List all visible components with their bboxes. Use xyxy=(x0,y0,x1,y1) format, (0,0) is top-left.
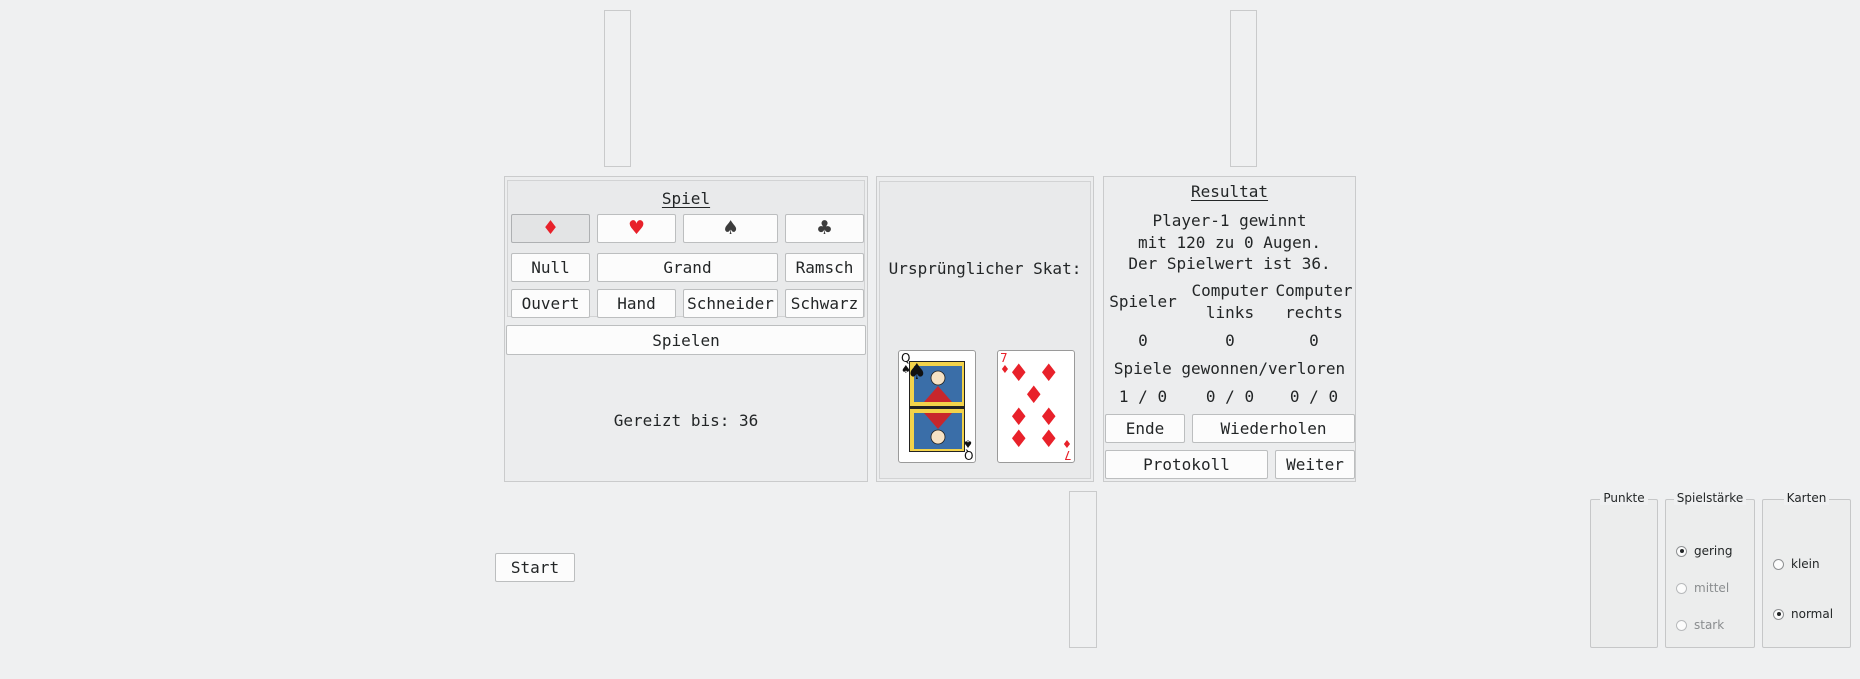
spades-icon: ♠ xyxy=(721,217,740,239)
radio-indicator xyxy=(1676,582,1687,594)
card-rank-bottom: 7 xyxy=(1064,448,1072,462)
points-group-title: Punkte xyxy=(1600,491,1648,505)
score-computer-left: 0 xyxy=(1225,331,1235,350)
skat-panel: Ursprünglicher Skat: Q ♠ Q ♠ ♠ 7 ♦ 7 ♦ ♦ ♦ ♦ ♦ ♦ ♦ ♦ xyxy=(876,176,1094,482)
strength-radio-gering[interactable]: gering xyxy=(1676,544,1733,558)
column-computer-right-2: rechts xyxy=(1285,303,1343,322)
card-size-radio-label: klein xyxy=(1791,557,1820,571)
column-player: Spieler xyxy=(1109,292,1177,311)
result-message-line-2: mit 120 zu 0 Augen. xyxy=(1137,233,1322,252)
radio-indicator xyxy=(1676,619,1687,631)
column-computer-right-1: Computer xyxy=(1275,281,1353,300)
ouvert-button[interactable]: Ouvert xyxy=(511,289,590,318)
schneider-button[interactable]: Schneider xyxy=(683,289,778,318)
card-size-group: Karten klein normal xyxy=(1762,491,1851,648)
strength-group: Spielstärke gering mittel stark xyxy=(1665,491,1755,648)
next-button[interactable]: Weiter xyxy=(1275,450,1355,479)
won-lost-player: 1 / 0 xyxy=(1118,387,1168,406)
start-button[interactable]: Start xyxy=(495,553,575,582)
result-panel: Resultat Player-1 gewinnt mit 120 zu 0 A… xyxy=(1103,176,1356,482)
card-size-radio-normal[interactable]: normal xyxy=(1773,607,1833,621)
score-player: 0 xyxy=(1138,331,1148,350)
strength-radio-label: stark xyxy=(1694,618,1725,632)
end-button[interactable]: Ende xyxy=(1105,414,1185,443)
result-message-line-1: Player-1 gewinnt xyxy=(1152,211,1307,230)
null-button[interactable]: Null xyxy=(511,253,590,282)
diamond-pip-icon: ♦ xyxy=(1008,425,1030,453)
schwarz-button[interactable]: Schwarz xyxy=(785,289,864,318)
trick-card-slot xyxy=(1069,491,1097,648)
strength-group-title: Spielstärke xyxy=(1673,491,1747,505)
repeat-button[interactable]: Wiederholen xyxy=(1192,414,1355,443)
play-button[interactable]: Spielen xyxy=(506,325,866,355)
points-group: Punkte xyxy=(1590,491,1658,648)
column-computer-left-2: links xyxy=(1205,303,1255,322)
strength-radio-mittel[interactable]: mittel xyxy=(1676,581,1729,595)
strength-radio-label: mittel xyxy=(1694,581,1730,595)
clubs-icon: ♣ xyxy=(815,217,834,239)
skat-card-spades: Q ♠ Q ♠ ♠ xyxy=(898,350,976,463)
game-panel: Spiel ♦ ♥ ♠ ♣ Null Grand Ramsch Ouvert Hand… xyxy=(504,176,868,482)
suit-clubs-button[interactable]: ♣ xyxy=(785,214,864,243)
result-title: Resultat xyxy=(1190,182,1269,201)
won-lost-label: Spiele gewonnen/verloren xyxy=(1113,359,1346,378)
skat-box: Ursprünglicher Skat: Q ♠ Q ♠ ♠ 7 ♦ 7 ♦ ♦ ♦ ♦ ♦ ♦ ♦ ♦ xyxy=(879,181,1091,479)
result-message-line-3: Der Spielwert ist 36. xyxy=(1128,254,1331,273)
card-size-radio-label: normal xyxy=(1791,607,1834,621)
computer-right-card-slot xyxy=(1230,10,1257,167)
card-suit-bottom: ♦ xyxy=(1062,437,1072,450)
hearts-icon: ♥ xyxy=(627,217,646,239)
protocol-button[interactable]: Protokoll xyxy=(1105,450,1268,479)
strength-radio-label: gering xyxy=(1694,544,1733,558)
suit-diamonds-button[interactable]: ♦ xyxy=(511,214,590,243)
strength-radio-stark[interactable]: stark xyxy=(1676,618,1724,632)
diamond-pip-icon: ♦ xyxy=(1038,425,1060,453)
ramsch-button[interactable]: Ramsch xyxy=(785,253,864,282)
column-computer-left-1: Computer xyxy=(1191,281,1269,300)
suit-spades-button[interactable]: ♠ xyxy=(683,214,778,243)
diamonds-icon: ♦ xyxy=(541,217,560,239)
grand-button[interactable]: Grand xyxy=(597,253,778,282)
hand-button[interactable]: Hand xyxy=(597,289,676,318)
radio-indicator xyxy=(1773,608,1784,620)
won-lost-computer-right: 0 / 0 xyxy=(1289,387,1339,406)
game-panel-title: Spiel xyxy=(661,189,711,208)
spade-icon: ♠ xyxy=(907,360,927,385)
radio-indicator xyxy=(1773,558,1784,570)
computer-left-card-slot xyxy=(604,10,631,167)
game-options-box: Spiel ♦ ♥ ♠ ♣ Null Grand Ramsch Ouvert Hand… xyxy=(507,180,865,318)
bid-text: Gereizt bis: 36 xyxy=(613,411,759,430)
suit-hearts-button[interactable]: ♥ xyxy=(597,214,676,243)
card-size-group-title: Karten xyxy=(1783,491,1830,505)
skat-card-diamonds: 7 ♦ 7 ♦ ♦ ♦ ♦ ♦ ♦ ♦ ♦ xyxy=(997,350,1075,463)
card-size-radio-klein[interactable]: klein xyxy=(1773,557,1820,571)
original-skat-label: Ursprünglicher Skat: xyxy=(888,259,1082,278)
score-computer-right: 0 xyxy=(1309,331,1319,350)
radio-indicator xyxy=(1676,545,1687,557)
won-lost-computer-left: 0 / 0 xyxy=(1205,387,1255,406)
